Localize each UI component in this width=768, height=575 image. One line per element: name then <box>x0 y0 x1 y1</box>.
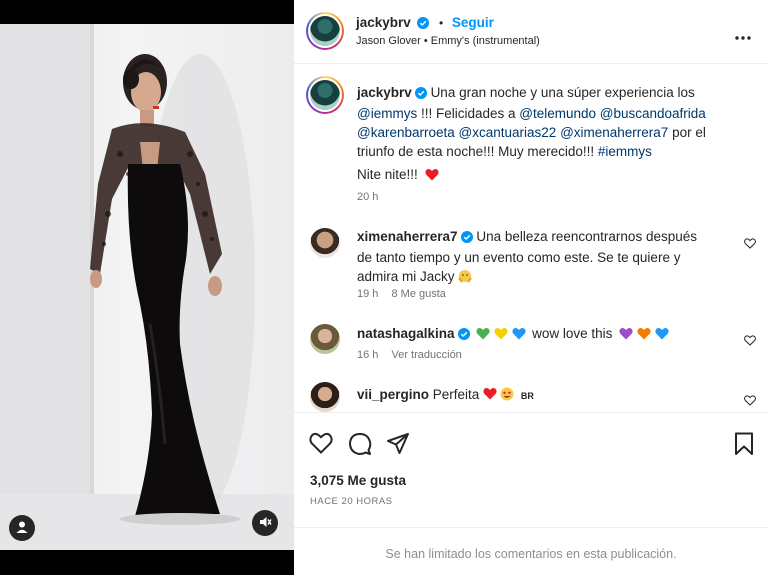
caption-time: 20 h <box>357 191 379 203</box>
comment-username[interactable]: ximenaherrera7 <box>357 229 458 244</box>
comments-scroll[interactable]: jackybrv Una gran noche y una súper expe… <box>294 64 768 412</box>
comment-icon[interactable] <box>348 432 372 459</box>
mute-button[interactable] <box>252 510 278 536</box>
commenter-avatar[interactable] <box>310 228 340 258</box>
comment-body: ximenaherrera7 Una belleza reencontrarno… <box>357 227 702 288</box>
mention-link[interactable]: @buscandoafrida <box>600 106 706 121</box>
comment-meta: 19 h 8 Me gusta <box>357 288 446 300</box>
mention-link[interactable]: @xcantuarias22 <box>459 125 557 140</box>
verified-badge-icon <box>457 326 470 345</box>
post-actions: 3,075 Me gusta HACE 20 HORAS <box>294 412 768 528</box>
likes-count[interactable]: 3,075 Me gusta <box>310 473 406 488</box>
commenter-avatar[interactable] <box>310 382 340 412</box>
caption: jackybrv Una gran noche y una súper expe… <box>357 83 727 161</box>
save-icon[interactable] <box>734 432 754 459</box>
caption-text: Nite nite!!! <box>357 167 418 182</box>
comments-limited-text: Se han limitado los comentarios en esta … <box>385 547 677 561</box>
posted-time: HACE 20 HORAS <box>310 496 393 507</box>
separator-dot: • <box>439 16 444 30</box>
commenter-avatar[interactable] <box>310 324 340 354</box>
comment-text: wow love this <box>532 326 613 341</box>
heart-eyes-emoji <box>483 387 517 406</box>
caption-username[interactable]: jackybrv <box>357 85 412 100</box>
mention-link[interactable]: @iemmys <box>357 106 417 121</box>
caption-text: Una gran noche y una súper experiencia l… <box>430 85 695 100</box>
red-heart-emoji <box>424 168 439 184</box>
verified-badge-icon <box>460 229 473 248</box>
comment-time: 19 h <box>357 288 379 300</box>
comment-likes[interactable]: 8 Me gusta <box>391 288 445 300</box>
author-avatar[interactable] <box>306 12 344 50</box>
verified-badge-icon <box>417 17 430 32</box>
mention-link[interactable]: @telemundo <box>519 106 596 121</box>
more-options-icon[interactable] <box>734 29 752 44</box>
verified-badge-icon <box>414 85 427 104</box>
post-media[interactable] <box>0 0 294 575</box>
comment-text: Perfeita <box>432 387 480 402</box>
user-tag-icon <box>15 520 29 537</box>
mute-icon <box>258 515 272 532</box>
comment-time: 16 h <box>357 349 379 361</box>
caption-avatar[interactable] <box>306 76 344 114</box>
like-comment-heart-icon[interactable] <box>744 334 756 349</box>
caption-line2: Nite nite!!! <box>357 167 439 184</box>
like-comment-heart-icon[interactable] <box>744 237 756 252</box>
comment-username[interactable]: vii_pergino <box>357 387 429 402</box>
flag-tag: BR <box>520 391 534 401</box>
caption-text: !!! Felicidades a <box>417 106 520 121</box>
comment-body: vii_pergino Perfeita BR <box>357 385 702 406</box>
author-username[interactable]: jackybrv <box>356 15 411 30</box>
see-translation-link[interactable]: Ver traducción <box>391 349 461 361</box>
audio-track[interactable]: Jason Glover • Emmy's (instrumental) <box>356 35 540 47</box>
post-header: jackybrv • Seguir Jason Glover • Emmy's … <box>294 0 768 64</box>
share-icon[interactable] <box>386 432 410 459</box>
heart-icon[interactable] <box>309 432 333 457</box>
follow-button[interactable]: Seguir <box>452 15 494 30</box>
hugging-face-emoji <box>458 269 473 288</box>
hashtag-link[interactable]: #iemmys <box>598 144 652 159</box>
like-comment-heart-icon[interactable] <box>744 394 756 409</box>
user-tag-button[interactable] <box>9 515 35 541</box>
mention-link[interactable]: @ximenaherrera7 <box>560 125 668 140</box>
colored-hearts-emoji <box>619 326 671 345</box>
comments-limited-footer: Se han limitado los comentarios en esta … <box>294 527 768 575</box>
mention-link[interactable]: @karenbarroeta <box>357 125 455 140</box>
comment-meta: 16 h Ver traducción <box>357 349 462 361</box>
comment-body: natashagalkina wow love this <box>357 324 702 345</box>
colored-hearts-emoji <box>476 326 528 345</box>
post-photo <box>0 24 294 550</box>
post-panel: jackybrv • Seguir Jason Glover • Emmy's … <box>294 0 768 575</box>
comment-username[interactable]: natashagalkina <box>357 326 455 341</box>
